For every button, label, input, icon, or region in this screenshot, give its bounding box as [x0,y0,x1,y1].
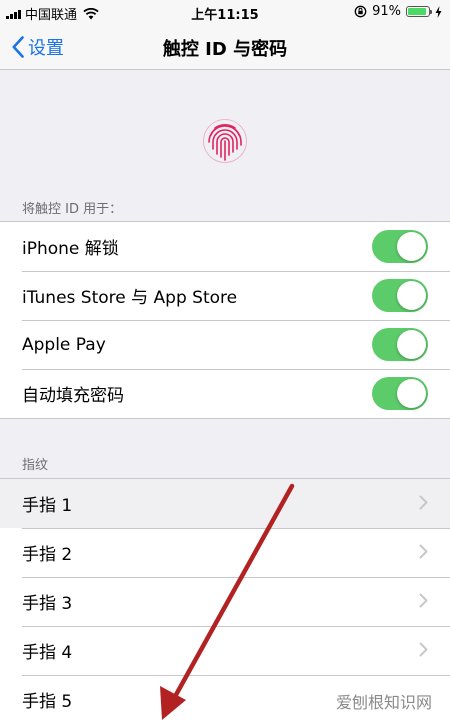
screen: 中国联通 上午11:15 91% 设置 触控 ID 与密码 将触控 ID 用于：… [0,0,450,720]
annotation-arrow-icon [160,483,295,720]
